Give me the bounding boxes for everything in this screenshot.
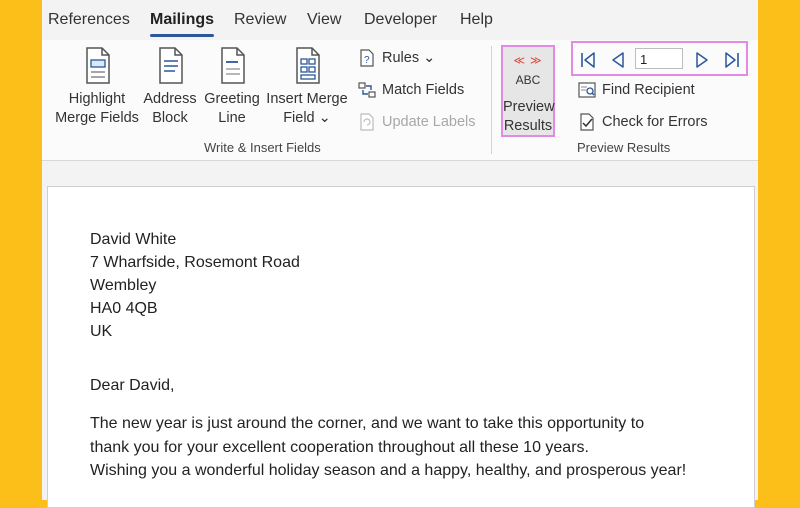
word-window: References Mailings Review View Develope…: [42, 0, 758, 508]
preview-results-group-label: Preview Results: [577, 140, 671, 155]
greeting-line-button[interactable]: Greeting Line: [202, 46, 262, 128]
match-fields-icon: [358, 82, 376, 98]
preview-merge-marks: ≪ ≫: [513, 55, 543, 67]
tab-mailings[interactable]: Mailings: [150, 11, 215, 37]
body-line-1: The new year is just around the corner, …: [90, 415, 645, 432]
address-line-street: 7 Wharfside, Rosemont Road: [90, 254, 300, 271]
update-labels-label: Update Labels: [382, 114, 476, 130]
greeting-line-label-1: Greeting: [204, 91, 260, 107]
tab-help[interactable]: Help: [460, 11, 493, 29]
rules-label: Rules ⌄: [382, 50, 436, 66]
highlight-label-2: Merge Fields: [55, 110, 139, 126]
insert-merge-field-button[interactable]: Insert Merge Field ⌄: [264, 46, 350, 128]
body-line-3: Wishing you a wonderful holiday season a…: [90, 462, 687, 479]
highlight-fields-icon: [86, 47, 110, 84]
record-number-input[interactable]: 1: [635, 48, 683, 69]
abc-icon: ABC: [515, 73, 541, 87]
preview-results-button[interactable]: ≪ ≫ ABC Preview Results: [501, 45, 555, 137]
last-record-icon[interactable]: [723, 51, 741, 69]
group-divider: [491, 46, 492, 154]
insert-merge-label-2: Field ⌄: [283, 110, 331, 126]
find-recipient-icon: [578, 82, 596, 98]
tab-references[interactable]: References: [48, 11, 130, 29]
previous-record-icon[interactable]: [609, 51, 627, 69]
address-line-country: UK: [90, 323, 113, 340]
address-line-postcode: HA0 4QB: [90, 300, 158, 317]
check-errors-label: Check for Errors: [602, 114, 708, 130]
update-labels-button[interactable]: Update Labels: [358, 113, 476, 131]
next-record-icon[interactable]: [693, 51, 711, 69]
svg-text:?: ?: [364, 55, 370, 66]
tab-view[interactable]: View: [307, 11, 341, 29]
tab-review[interactable]: Review: [234, 11, 286, 29]
address-block-icon: [159, 47, 183, 84]
greeting-text: Dear David,: [90, 377, 175, 394]
match-fields-label: Match Fields: [382, 82, 465, 98]
document-page[interactable]: David White 7 Wharfside, Rosemont Road W…: [47, 186, 755, 508]
find-recipient-button[interactable]: Find Recipient: [578, 81, 695, 99]
tab-developer[interactable]: Developer: [364, 11, 437, 29]
insert-merge-field-icon: [296, 47, 320, 84]
rules-icon: ?: [360, 49, 374, 67]
address-block-label-2: Block: [152, 110, 188, 126]
address-line-town: Wembley: [90, 277, 157, 294]
preview-label-2: Results: [503, 118, 553, 134]
highlight-label-1: Highlight: [68, 91, 126, 107]
highlight-merge-fields-button[interactable]: Highlight Merge Fields: [52, 46, 142, 128]
body-line-2: thank you for your excellent cooperation…: [90, 439, 589, 456]
address-block-label-1: Address: [143, 91, 197, 107]
preview-label-1: Preview: [503, 99, 555, 115]
match-fields-button[interactable]: Match Fields: [358, 81, 464, 99]
write-insert-group-label: Write & Insert Fields: [204, 140, 321, 155]
insert-merge-label-1: Insert Merge: [266, 91, 348, 107]
record-navigation: 1: [571, 41, 748, 76]
check-errors-button[interactable]: Check for Errors: [578, 113, 708, 131]
ribbon-tab-bar: References Mailings Review View Develope…: [42, 0, 758, 40]
first-record-icon[interactable]: [579, 51, 597, 69]
greeting-line-label-2: Line: [218, 110, 246, 126]
rules-button[interactable]: ? Rules ⌄: [358, 49, 435, 67]
update-labels-icon: [360, 113, 374, 131]
mailings-ribbon: Highlight Merge Fields Address Block Gre…: [42, 40, 758, 161]
address-block-button[interactable]: Address Block: [142, 46, 198, 128]
check-errors-icon: [580, 113, 594, 131]
address-line-name: David White: [90, 231, 177, 248]
greeting-line-icon: [221, 47, 245, 84]
find-recipient-label: Find Recipient: [602, 82, 695, 98]
